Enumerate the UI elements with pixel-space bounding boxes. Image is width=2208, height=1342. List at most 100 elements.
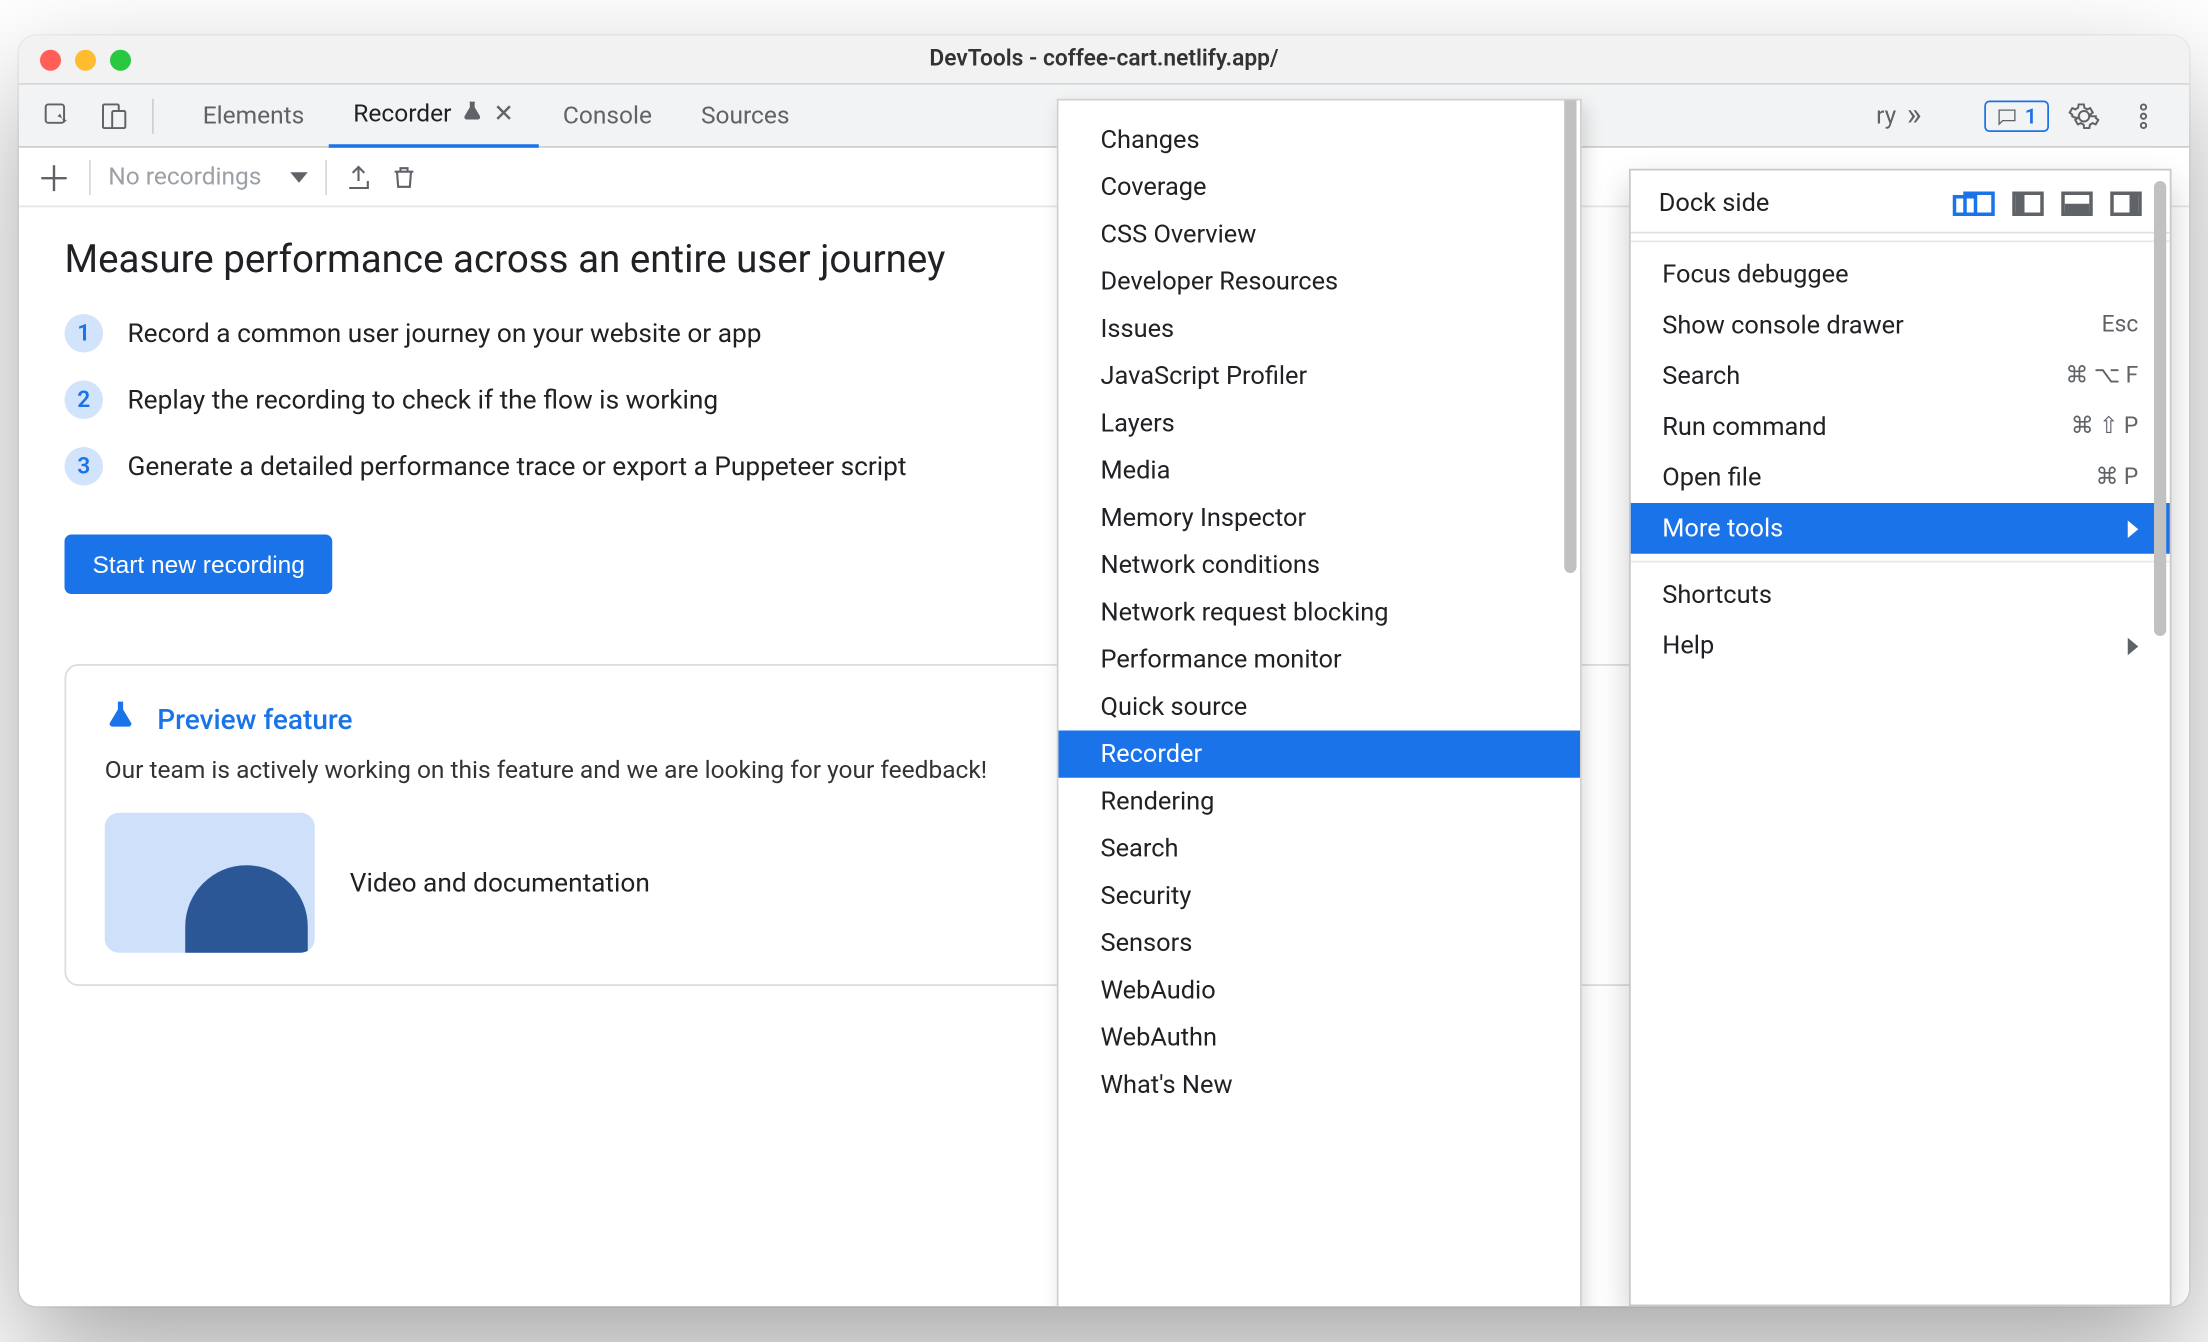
- submenu-item[interactable]: WebAudio: [1059, 967, 1581, 1014]
- tab-recorder[interactable]: Recorder ✕: [329, 84, 539, 147]
- tab-label: Sources: [701, 101, 790, 129]
- dock-right-icon[interactable]: [2110, 191, 2142, 216]
- submenu-item[interactable]: Network conditions: [1059, 542, 1581, 589]
- menu-item[interactable]: Run command ⌘ ⇧ P: [1631, 402, 2170, 453]
- menu-shortcut: Esc: [2102, 312, 2139, 338]
- submenu-item[interactable]: Coverage: [1059, 164, 1581, 211]
- overflow-tabs-icon[interactable]: »: [1907, 97, 1922, 134]
- submenu-item[interactable]: Developer Resources: [1059, 258, 1581, 305]
- tab-label: Console: [563, 101, 652, 129]
- dropdown-placeholder: No recordings: [108, 163, 261, 191]
- submenu-item[interactable]: Media: [1059, 447, 1581, 494]
- scrollbar-thumb[interactable]: [1563, 99, 1575, 573]
- main-dropdown-menu: Dock side Focus debuggee Show console dra…: [1629, 169, 2172, 1307]
- devtools-window: DevTools - coffee-cart.netlify.app/ Elem…: [19, 36, 2189, 1307]
- hidden-tab-fragment: ry: [1876, 101, 1896, 129]
- separator: [324, 159, 326, 194]
- submenu-item[interactable]: Network request blocking: [1059, 589, 1581, 636]
- window-title: DevTools - coffee-cart.netlify.app/: [19, 46, 2189, 72]
- tab-sources[interactable]: Sources: [676, 84, 814, 147]
- menu-shortcut: ⌘ ⇧ P: [2071, 414, 2138, 440]
- step-text: Replay the recording to check if the flo…: [128, 384, 719, 416]
- submenu-item[interactable]: Recorder: [1059, 731, 1581, 778]
- device-toolbar-icon[interactable]: [89, 91, 138, 140]
- badge-count: 1: [2025, 103, 2037, 128]
- menu-item-label: More tools: [1662, 514, 1783, 544]
- step-text: Record a common user journey on your web…: [128, 318, 762, 350]
- flask-icon: [462, 98, 483, 130]
- menu-item-label: Shortcuts: [1662, 580, 1772, 610]
- chevron-down-icon: [289, 171, 307, 182]
- menu-item-label: Open file: [1662, 463, 1761, 493]
- menu-item-label: Run command: [1662, 412, 1826, 442]
- scrollbar-thumb[interactable]: [2153, 181, 2165, 636]
- tabs-list: Elements Recorder ✕ Console Sources: [178, 84, 814, 147]
- titlebar: DevTools - coffee-cart.netlify.app/: [19, 36, 2189, 85]
- submenu-item[interactable]: Memory Inspector: [1059, 494, 1581, 541]
- tab-label: Recorder: [353, 100, 451, 128]
- dock-bottom-icon[interactable]: [2061, 191, 2093, 216]
- inspect-element-icon[interactable]: [33, 91, 82, 140]
- tab-label: Elements: [203, 101, 305, 129]
- dock-side-row: Dock side: [1631, 171, 2170, 234]
- menu-item[interactable]: Search ⌘ ⌥ F: [1631, 351, 2170, 402]
- menu-shortcut: ⌘ P: [2095, 465, 2138, 491]
- delete-icon[interactable]: [389, 163, 417, 191]
- close-tab-icon[interactable]: ✕: [493, 100, 514, 128]
- step-number: 2: [65, 381, 104, 420]
- more-menu-icon[interactable]: [2119, 91, 2168, 140]
- submenu-item[interactable]: Changes: [1059, 116, 1581, 163]
- export-icon[interactable]: [344, 163, 372, 191]
- more-tools-submenu: AnimationsChangesCoverageCSS OverviewDev…: [1057, 99, 1582, 1307]
- menu-item[interactable]: More tools: [1631, 503, 2170, 554]
- tab-elements[interactable]: Elements: [178, 84, 329, 147]
- settings-icon[interactable]: [2060, 91, 2109, 140]
- flask-icon: [105, 697, 137, 739]
- submenu-item[interactable]: CSS Overview: [1059, 211, 1581, 258]
- step-number: 3: [65, 447, 104, 486]
- submenu-arrow-icon: [2128, 637, 2139, 655]
- submenu-item[interactable]: Layers: [1059, 400, 1581, 447]
- submenu-item[interactable]: Animations: [1059, 99, 1581, 117]
- separator: [89, 159, 91, 194]
- submenu-item[interactable]: Issues: [1059, 305, 1581, 352]
- menu-item-label: Help: [1662, 631, 1714, 661]
- preview-title: Preview feature: [157, 702, 352, 735]
- submenu-item[interactable]: Quick source: [1059, 683, 1581, 730]
- submenu-item[interactable]: Rendering: [1059, 778, 1581, 825]
- dock-left-icon[interactable]: [2012, 191, 2044, 216]
- step-number: 1: [65, 314, 104, 353]
- submenu-item[interactable]: What's New: [1059, 1061, 1581, 1108]
- issues-badge[interactable]: 1: [1984, 100, 2049, 132]
- submenu-scrollbar[interactable]: [1559, 99, 1580, 857]
- menu-item-label: Search: [1662, 361, 1740, 391]
- submenu-item[interactable]: JavaScript Profiler: [1059, 353, 1581, 400]
- dock-side-label: Dock side: [1659, 188, 1770, 218]
- submenu-item[interactable]: Search: [1059, 825, 1581, 872]
- submenu-item[interactable]: Sensors: [1059, 920, 1581, 967]
- start-recording-button[interactable]: Start new recording: [65, 535, 333, 595]
- submenu-item[interactable]: Security: [1059, 872, 1581, 919]
- recordings-dropdown[interactable]: No recordings: [108, 163, 307, 191]
- tab-console[interactable]: Console: [538, 84, 676, 147]
- submenu-item[interactable]: WebAuthn: [1059, 1014, 1581, 1061]
- submenu-item[interactable]: Performance monitor: [1059, 636, 1581, 683]
- menu-item[interactable]: Open file ⌘ P: [1631, 452, 2170, 503]
- dock-undock-icon[interactable]: [1963, 191, 1995, 216]
- menu-shortcut: ⌘ ⌥ F: [2065, 363, 2138, 389]
- step-text: Generate a detailed performance trace or…: [128, 451, 907, 483]
- menu-item-label: Focus debuggee: [1662, 260, 1848, 290]
- video-thumbnail[interactable]: [105, 813, 315, 953]
- menu-scrollbar[interactable]: [2149, 171, 2170, 1305]
- menu-separator: [1631, 241, 2170, 243]
- menu-item[interactable]: Shortcuts: [1631, 570, 2170, 621]
- menu-item[interactable]: Focus debuggee: [1631, 249, 2170, 300]
- add-recording-icon[interactable]: ＋: [37, 151, 72, 202]
- menu-separator: [1631, 561, 2170, 563]
- video-title: Video and documentation: [350, 867, 650, 899]
- menu-item[interactable]: Show console drawer Esc: [1631, 300, 2170, 351]
- menu-item-label: Show console drawer: [1662, 311, 1903, 341]
- submenu-arrow-icon: [2128, 520, 2139, 538]
- separator: [152, 98, 154, 133]
- menu-item[interactable]: Help: [1631, 620, 2170, 671]
